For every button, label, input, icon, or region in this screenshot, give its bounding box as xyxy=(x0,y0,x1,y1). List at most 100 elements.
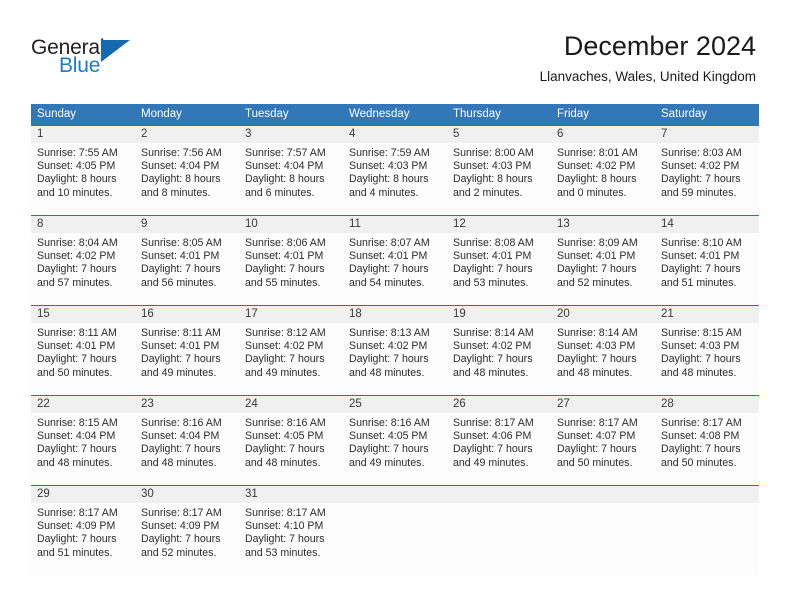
daylight-text-line1: Daylight: 7 hours xyxy=(453,353,533,366)
day-cell[interactable]: Sunrise: 8:14 AM Sunset: 4:02 PM Dayligh… xyxy=(447,323,551,395)
daylight-text-line1: Daylight: 7 hours xyxy=(349,443,429,456)
day-number[interactable]: 29 xyxy=(31,486,135,503)
day-number[interactable]: 18 xyxy=(343,306,447,323)
day-number[interactable]: 14 xyxy=(655,216,759,233)
day-cell[interactable]: Sunrise: 8:09 AM Sunset: 4:01 PM Dayligh… xyxy=(551,233,655,305)
day-cell[interactable]: Sunrise: 8:11 AM Sunset: 4:01 PM Dayligh… xyxy=(31,323,135,395)
day-number[interactable]: 19 xyxy=(447,306,551,323)
sunrise-text: Sunrise: 8:13 AM xyxy=(349,327,430,339)
day-cell[interactable]: Sunrise: 7:56 AM Sunset: 4:04 PM Dayligh… xyxy=(135,143,239,215)
daylight-text-line2: and 48 minutes. xyxy=(37,456,113,469)
daylight-text-line2: and 59 minutes. xyxy=(661,186,737,199)
day-number[interactable]: 4 xyxy=(343,126,447,143)
day-cell[interactable]: Sunrise: 8:12 AM Sunset: 4:02 PM Dayligh… xyxy=(239,323,343,395)
day-number[interactable]: 8 xyxy=(31,216,135,233)
day-number[interactable]: 2 xyxy=(135,126,239,143)
sunset-text: Sunset: 4:01 PM xyxy=(557,250,636,263)
sunrise-text: Sunrise: 8:10 AM xyxy=(661,237,742,249)
day-cell[interactable]: Sunrise: 8:17 AM Sunset: 4:09 PM Dayligh… xyxy=(135,503,239,575)
daylight-text-line2: and 50 minutes. xyxy=(661,456,737,469)
daylight-text-line2: and 54 minutes. xyxy=(349,276,425,289)
day-cell[interactable]: Sunrise: 8:00 AM Sunset: 4:03 PM Dayligh… xyxy=(447,143,551,215)
day-cell[interactable]: Sunrise: 8:08 AM Sunset: 4:01 PM Dayligh… xyxy=(447,233,551,305)
day-number[interactable]: 23 xyxy=(135,396,239,413)
day-number-band: 29 30 31 xyxy=(31,486,759,503)
sunrise-text: Sunrise: 8:17 AM xyxy=(141,507,222,519)
calendar-grid: Sunday Monday Tuesday Wednesday Thursday… xyxy=(31,104,759,575)
day-number[interactable]: 24 xyxy=(239,396,343,413)
daylight-text-line2: and 49 minutes. xyxy=(141,366,217,379)
day-cell[interactable]: Sunrise: 8:04 AM Sunset: 4:02 PM Dayligh… xyxy=(31,233,135,305)
day-cell[interactable]: Sunrise: 8:05 AM Sunset: 4:01 PM Dayligh… xyxy=(135,233,239,305)
day-number[interactable]: 13 xyxy=(551,216,655,233)
day-number[interactable]: 16 xyxy=(135,306,239,323)
day-cell[interactable]: Sunrise: 8:16 AM Sunset: 4:04 PM Dayligh… xyxy=(135,413,239,485)
day-cell[interactable]: Sunrise: 8:11 AM Sunset: 4:01 PM Dayligh… xyxy=(135,323,239,395)
day-number[interactable]: 28 xyxy=(655,396,759,413)
day-cell[interactable]: Sunrise: 8:16 AM Sunset: 4:05 PM Dayligh… xyxy=(239,413,343,485)
day-cell[interactable]: Sunrise: 8:03 AM Sunset: 4:02 PM Dayligh… xyxy=(655,143,759,215)
sunrise-text: Sunrise: 7:55 AM xyxy=(37,147,118,159)
day-number[interactable]: 6 xyxy=(551,126,655,143)
day-cell[interactable]: Sunrise: 8:07 AM Sunset: 4:01 PM Dayligh… xyxy=(343,233,447,305)
daylight-text-line2: and 49 minutes. xyxy=(453,456,529,469)
sunset-text: Sunset: 4:04 PM xyxy=(37,430,116,443)
weekday-header-wednesday: Wednesday xyxy=(349,108,410,120)
day-cell[interactable]: Sunrise: 8:15 AM Sunset: 4:04 PM Dayligh… xyxy=(31,413,135,485)
day-number[interactable]: 15 xyxy=(31,306,135,323)
day-number[interactable]: 31 xyxy=(239,486,343,503)
day-number[interactable]: 9 xyxy=(135,216,239,233)
day-number[interactable]: 10 xyxy=(239,216,343,233)
day-cell[interactable]: Sunrise: 7:59 AM Sunset: 4:03 PM Dayligh… xyxy=(343,143,447,215)
calendar-week-row: 1 2 3 4 5 6 7 Sunrise: 7:55 AM Sunset: 4… xyxy=(31,125,759,215)
day-number[interactable]: 17 xyxy=(239,306,343,323)
sunset-text: Sunset: 4:05 PM xyxy=(37,160,116,173)
daylight-text-line1: Daylight: 7 hours xyxy=(141,443,221,456)
day-details-band: Sunrise: 7:55 AM Sunset: 4:05 PM Dayligh… xyxy=(31,143,759,215)
day-cell[interactable]: Sunrise: 8:06 AM Sunset: 4:01 PM Dayligh… xyxy=(239,233,343,305)
day-number[interactable]: 3 xyxy=(239,126,343,143)
daylight-text-line1: Daylight: 8 hours xyxy=(349,173,429,186)
day-number[interactable]: 30 xyxy=(135,486,239,503)
daylight-text-line2: and 8 minutes. xyxy=(141,186,211,199)
sunset-text: Sunset: 4:02 PM xyxy=(453,340,532,353)
day-cell[interactable]: Sunrise: 8:17 AM Sunset: 4:07 PM Dayligh… xyxy=(551,413,655,485)
day-cell[interactable]: Sunrise: 7:55 AM Sunset: 4:05 PM Dayligh… xyxy=(31,143,135,215)
sunrise-text: Sunrise: 8:17 AM xyxy=(245,507,326,519)
day-number[interactable]: 21 xyxy=(655,306,759,323)
day-cell[interactable]: Sunrise: 8:01 AM Sunset: 4:02 PM Dayligh… xyxy=(551,143,655,215)
day-cell[interactable]: Sunrise: 8:17 AM Sunset: 4:08 PM Dayligh… xyxy=(655,413,759,485)
sunset-text: Sunset: 4:01 PM xyxy=(141,250,220,263)
daylight-text-line1: Daylight: 8 hours xyxy=(37,173,117,186)
general-blue-logo[interactable]: General Blue xyxy=(31,36,161,84)
day-cell[interactable]: Sunrise: 8:14 AM Sunset: 4:03 PM Dayligh… xyxy=(551,323,655,395)
daylight-text-line2: and 57 minutes. xyxy=(37,276,113,289)
day-cell[interactable]: Sunrise: 8:10 AM Sunset: 4:01 PM Dayligh… xyxy=(655,233,759,305)
day-cell[interactable]: Sunrise: 8:15 AM Sunset: 4:03 PM Dayligh… xyxy=(655,323,759,395)
day-number[interactable]: 5 xyxy=(447,126,551,143)
day-number[interactable]: 22 xyxy=(31,396,135,413)
daylight-text-line1: Daylight: 7 hours xyxy=(661,173,741,186)
calendar-week-row: 29 30 31 Sunrise: 8:17 AM Sunset: 4:09 P… xyxy=(31,485,759,575)
logo-triangle-icon xyxy=(101,40,130,62)
day-number[interactable]: 12 xyxy=(447,216,551,233)
day-cell[interactable]: Sunrise: 7:57 AM Sunset: 4:04 PM Dayligh… xyxy=(239,143,343,215)
day-number[interactable]: 26 xyxy=(447,396,551,413)
day-cell[interactable]: Sunrise: 8:17 AM Sunset: 4:10 PM Dayligh… xyxy=(239,503,343,575)
daylight-text-line2: and 0 minutes. xyxy=(557,186,627,199)
day-number-band: 15 16 17 18 19 20 21 xyxy=(31,306,759,323)
sunset-text: Sunset: 4:06 PM xyxy=(453,430,532,443)
sunrise-text: Sunrise: 8:17 AM xyxy=(661,417,742,429)
day-number[interactable]: 11 xyxy=(343,216,447,233)
sunset-text: Sunset: 4:03 PM xyxy=(557,340,636,353)
day-number[interactable]: 27 xyxy=(551,396,655,413)
sunrise-text: Sunrise: 8:17 AM xyxy=(453,417,534,429)
day-cell[interactable]: Sunrise: 8:16 AM Sunset: 4:05 PM Dayligh… xyxy=(343,413,447,485)
day-cell[interactable]: Sunrise: 8:13 AM Sunset: 4:02 PM Dayligh… xyxy=(343,323,447,395)
day-number[interactable]: 7 xyxy=(655,126,759,143)
day-cell[interactable]: Sunrise: 8:17 AM Sunset: 4:09 PM Dayligh… xyxy=(31,503,135,575)
day-number[interactable]: 1 xyxy=(31,126,135,143)
day-cell[interactable]: Sunrise: 8:17 AM Sunset: 4:06 PM Dayligh… xyxy=(447,413,551,485)
day-number[interactable]: 20 xyxy=(551,306,655,323)
day-number[interactable]: 25 xyxy=(343,396,447,413)
